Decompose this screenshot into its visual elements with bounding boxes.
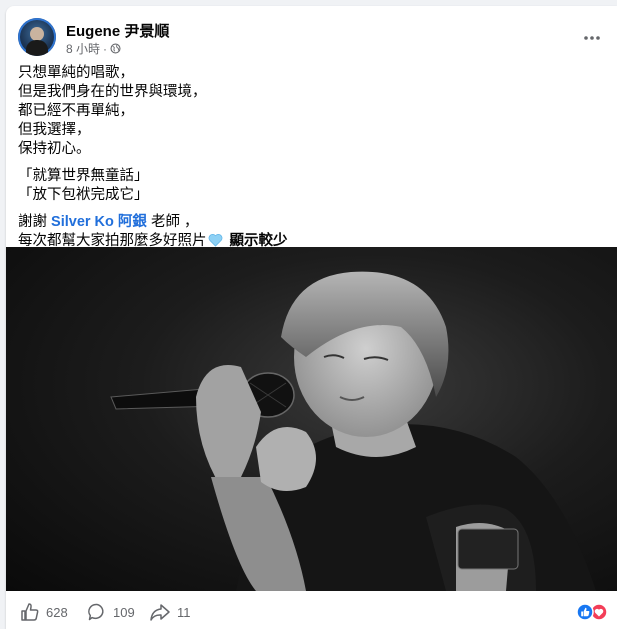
post-footer: 628 109 11 (6, 595, 617, 629)
mention-a-ngan[interactable]: 阿銀 (118, 214, 147, 230)
thanks-line: 謝謝 Silver Ko 阿銀 老師 ， (18, 213, 606, 232)
post-paragraph-1: 只想單純的唱歌， 但是我們身在的世界與環境， 都已經不再單純， 但我選擇， 保持… (18, 64, 606, 159)
comment-bubble-icon (88, 603, 104, 621)
text-line: 「就算世界無童話」 (18, 168, 149, 184)
more-options-button[interactable] (578, 24, 606, 52)
comment-count: 109 (113, 604, 135, 620)
post-time[interactable]: 8 小時 (66, 40, 100, 57)
post-photo[interactable] (6, 247, 617, 591)
like-reaction-icon (576, 603, 594, 621)
post-meta: 8 小時 · (66, 40, 121, 57)
post-card: Eugene 尹景順 8 小時 · 只想單純的唱歌， 但是我們身在的世界與環境，… (6, 6, 617, 629)
thanks-suffix: 老師 ， (146, 214, 199, 230)
heart-emoji-icon (208, 234, 222, 247)
text-line: 只想單純的唱歌， (18, 65, 134, 81)
meta-separator: · (103, 41, 108, 56)
mention-silver-ko[interactable]: Silver Ko (51, 214, 114, 230)
text-line: 但我選擇， (18, 122, 91, 138)
more-dots-icon (584, 36, 600, 40)
reaction-icons (576, 603, 608, 621)
like-button[interactable]: 628 (20, 601, 68, 623)
text-line: 「放下包袱完成它」 (18, 187, 149, 203)
globe-icon[interactable] (110, 43, 121, 54)
thumbs-up-icon (21, 603, 39, 621)
author-name[interactable]: Eugene 尹景順 (66, 20, 169, 41)
comment-button[interactable]: 109 (87, 601, 135, 623)
like-count: 628 (46, 604, 68, 620)
author-avatar[interactable] (18, 18, 56, 56)
thanks-prefix: 謝謝 (18, 214, 52, 230)
reactions-summary[interactable] (575, 603, 609, 621)
post-paragraph-2: 「就算世界無童話」 「放下包袱完成它」 (18, 167, 606, 205)
singer-photo (110, 271, 596, 591)
post-header: Eugene 尹景順 8 小時 · (18, 18, 608, 60)
post-paragraph-3: 謝謝 Silver Ko 阿銀 老師 ， 每次都幫大家拍那麼多好照片 顯示較少 (18, 213, 606, 251)
share-arrow-icon (150, 604, 170, 621)
share-button[interactable]: 11 (149, 601, 191, 623)
text-line: 保持初心。 (18, 141, 91, 157)
post-text: 只想單純的唱歌， 但是我們身在的世界與環境， 都已經不再單純， 但我選擇， 保持… (18, 64, 606, 259)
text-line: 都已經不再單純， (18, 103, 134, 119)
text-line: 但是我們身在的世界與環境， (18, 84, 207, 100)
share-count: 11 (177, 604, 191, 620)
